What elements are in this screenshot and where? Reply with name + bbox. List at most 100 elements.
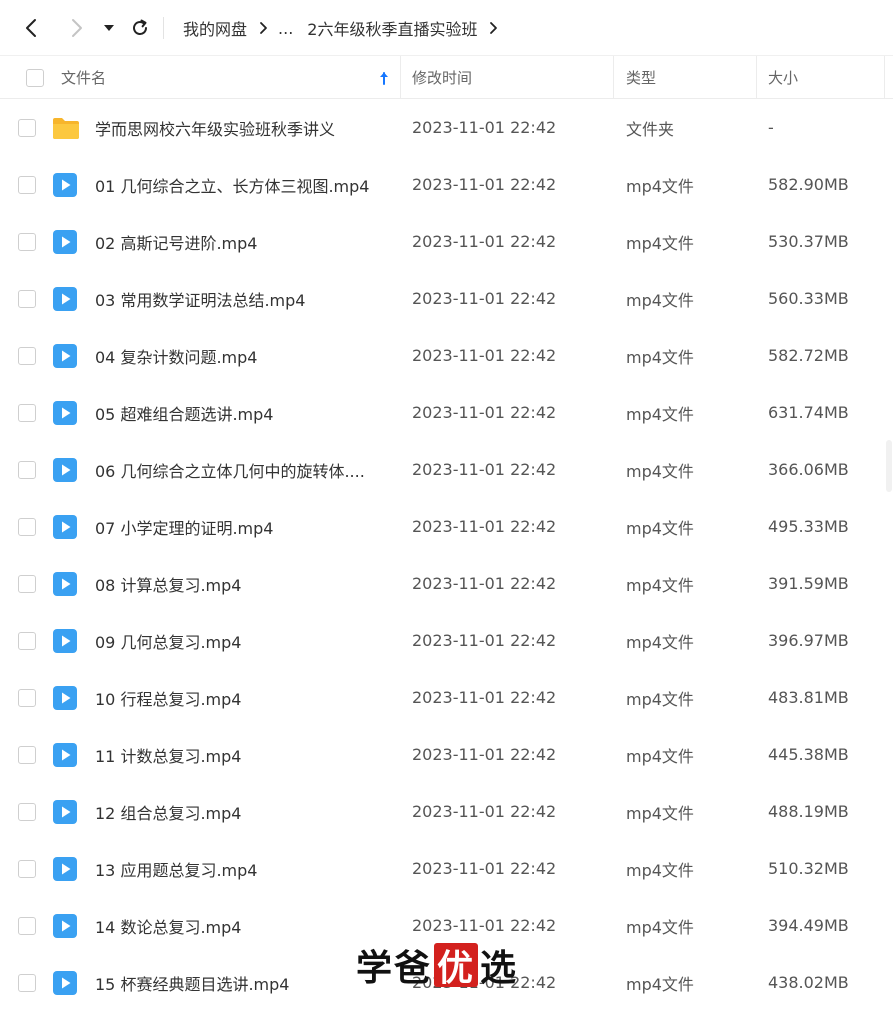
breadcrumb-item-root[interactable]: 我的网盘 bbox=[183, 16, 247, 40]
file-name[interactable]: 08 计算总复习.mp4 bbox=[95, 555, 241, 612]
row-checkbox[interactable] bbox=[18, 175, 36, 194]
file-row[interactable]: 06 几何综合之立体几何中的旋转体.... 2023-11-01 22:42 mp4… bbox=[0, 441, 893, 498]
file-name[interactable]: 05 超难组合题选讲.mp4 bbox=[95, 384, 273, 441]
file-row[interactable]: 12 组合总复习.mp4 2023-11-01 22:42 mp4文件 488.19M… bbox=[0, 783, 893, 840]
row-checkbox[interactable] bbox=[18, 460, 36, 479]
video-file-icon bbox=[52, 726, 78, 783]
row-checkbox[interactable] bbox=[18, 802, 36, 821]
file-type: mp4文件 bbox=[626, 860, 694, 880]
file-row[interactable]: 学而思网校六年级实验班秋季讲义 2023-11-01 22:42 文件夹 - bbox=[0, 99, 893, 156]
file-name[interactable]: 学而思网校六年级实验班秋季讲义 bbox=[95, 99, 335, 156]
file-type: mp4文件 bbox=[626, 347, 694, 367]
file-type: mp4文件 bbox=[626, 632, 694, 652]
file-size: 488.19MB bbox=[768, 802, 849, 821]
breadcrumb-item-current[interactable]: 2六年级秋季直播实验班 bbox=[307, 16, 477, 40]
file-type: mp4文件 bbox=[626, 689, 694, 709]
file-row[interactable]: 04 复杂计数问题.mp4 2023-11-01 22:42 mp4文件 582.72… bbox=[0, 327, 893, 384]
file-row[interactable]: 13 应用题总复习.mp4 2023-11-01 22:42 mp4文件 510.32… bbox=[0, 840, 893, 897]
file-name[interactable]: 10 行程总复习.mp4 bbox=[95, 669, 241, 726]
video-file-icon bbox=[52, 783, 78, 840]
file-name[interactable]: 07 小学定理的证明.mp4 bbox=[95, 498, 273, 555]
row-checkbox-cell bbox=[18, 384, 36, 441]
row-checkbox[interactable] bbox=[18, 232, 36, 251]
file-name[interactable]: 06 几何综合之立体几何中的旋转体.... bbox=[95, 441, 365, 498]
file-row[interactable]: 09 几何总复习.mp4 2023-11-01 22:42 mp4文件 396.97M… bbox=[0, 612, 893, 669]
back-button[interactable] bbox=[18, 14, 46, 42]
file-row[interactable]: 02 高斯记号进阶.mp4 2023-11-01 22:42 mp4文件 530.37… bbox=[0, 213, 893, 270]
column-divider[interactable] bbox=[756, 56, 757, 99]
row-checkbox[interactable] bbox=[18, 688, 36, 707]
row-checkbox[interactable] bbox=[18, 403, 36, 422]
sort-ascending-icon[interactable] bbox=[378, 56, 390, 99]
column-header-name[interactable]: 文件名 bbox=[61, 56, 106, 99]
file-modified-time: 2023-11-01 22:42 bbox=[412, 517, 557, 536]
file-modified-time: 2023-11-01 22:42 bbox=[412, 232, 557, 251]
row-checkbox[interactable] bbox=[18, 346, 36, 365]
file-type: mp4文件 bbox=[626, 233, 694, 253]
file-type: mp4文件 bbox=[626, 290, 694, 310]
row-checkbox[interactable] bbox=[18, 517, 36, 536]
row-checkbox-cell bbox=[18, 840, 36, 897]
select-all-checkbox[interactable] bbox=[26, 68, 44, 87]
file-type: mp4文件 bbox=[626, 974, 694, 994]
file-name[interactable]: 02 高斯记号进阶.mp4 bbox=[95, 213, 257, 270]
row-checkbox-cell bbox=[18, 669, 36, 726]
file-name[interactable]: 03 常用数学证明法总结.mp4 bbox=[95, 270, 305, 327]
column-header-type[interactable]: 类型 bbox=[626, 56, 656, 99]
column-header-time[interactable]: 修改时间 bbox=[412, 56, 472, 99]
row-checkbox[interactable] bbox=[18, 973, 36, 992]
file-name[interactable]: 13 应用题总复习.mp4 bbox=[95, 840, 257, 897]
video-file-icon bbox=[52, 441, 78, 498]
history-dropdown-button[interactable] bbox=[98, 14, 120, 42]
video-file-icon bbox=[52, 840, 78, 897]
file-row[interactable]: 01 几何综合之立、长方体三视图.mp4 2023-11-01 22:42 mp4文… bbox=[0, 156, 893, 213]
refresh-button[interactable] bbox=[126, 14, 154, 42]
column-header-size[interactable]: 大小 bbox=[768, 56, 798, 99]
file-row[interactable]: 07 小学定理的证明.mp4 2023-11-01 22:42 mp4文件 495.3… bbox=[0, 498, 893, 555]
file-size: 631.74MB bbox=[768, 403, 849, 422]
row-checkbox[interactable] bbox=[18, 289, 36, 308]
row-checkbox-cell bbox=[18, 213, 36, 270]
video-file-icon bbox=[52, 954, 78, 1011]
file-name[interactable]: 15 杯赛经典题目选讲.mp4 bbox=[95, 954, 289, 1011]
file-size: 530.37MB bbox=[768, 232, 849, 251]
file-modified-time: 2023-11-01 22:42 bbox=[412, 289, 557, 308]
row-checkbox[interactable] bbox=[18, 859, 36, 878]
file-name[interactable]: 11 计数总复习.mp4 bbox=[95, 726, 241, 783]
row-checkbox[interactable] bbox=[18, 916, 36, 935]
scrollbar-thumb[interactable] bbox=[886, 440, 892, 492]
row-checkbox-cell bbox=[18, 897, 36, 954]
file-row[interactable]: 08 计算总复习.mp4 2023-11-01 22:42 mp4文件 391.59M… bbox=[0, 555, 893, 612]
column-divider[interactable] bbox=[400, 56, 401, 99]
file-row[interactable]: 11 计数总复习.mp4 2023-11-01 22:42 mp4文件 445.38M… bbox=[0, 726, 893, 783]
file-name[interactable]: 01 几何综合之立、长方体三视图.mp4 bbox=[95, 156, 369, 213]
file-size: - bbox=[768, 118, 774, 137]
column-divider[interactable] bbox=[613, 56, 614, 99]
caret-down-icon bbox=[104, 25, 114, 31]
row-checkbox[interactable] bbox=[18, 745, 36, 764]
file-size: 483.81MB bbox=[768, 688, 849, 707]
navigation-bar: 我的网盘 ... 2六年级秋季直播实验班 bbox=[0, 0, 893, 56]
row-checkbox[interactable] bbox=[18, 118, 36, 137]
file-row[interactable]: 10 行程总复习.mp4 2023-11-01 22:42 mp4文件 483.81M… bbox=[0, 669, 893, 726]
file-name[interactable]: 12 组合总复习.mp4 bbox=[95, 783, 241, 840]
file-name[interactable]: 04 复杂计数问题.mp4 bbox=[95, 327, 257, 384]
file-name[interactable]: 14 数论总复习.mp4 bbox=[95, 897, 241, 954]
file-modified-time: 2023-11-01 22:42 bbox=[412, 859, 557, 878]
breadcrumb-item-collapsed[interactable]: ... bbox=[278, 19, 293, 38]
row-checkbox[interactable] bbox=[18, 574, 36, 593]
file-row[interactable]: 03 常用数学证明法总结.mp4 2023-11-01 22:42 mp4文件 560… bbox=[0, 270, 893, 327]
column-divider[interactable] bbox=[884, 56, 885, 99]
row-checkbox[interactable] bbox=[18, 631, 36, 650]
video-file-icon bbox=[52, 384, 78, 441]
video-file-icon bbox=[52, 213, 78, 270]
file-size: 445.38MB bbox=[768, 745, 849, 764]
row-checkbox-cell bbox=[18, 498, 36, 555]
file-modified-time: 2023-11-01 22:42 bbox=[412, 175, 557, 194]
forward-button[interactable] bbox=[62, 14, 90, 42]
video-file-icon bbox=[52, 327, 78, 384]
breadcrumb: 我的网盘 ... 2六年级秋季直播实验班 bbox=[183, 0, 508, 56]
file-name[interactable]: 09 几何总复习.mp4 bbox=[95, 612, 241, 669]
file-row[interactable]: 05 超难组合题选讲.mp4 2023-11-01 22:42 mp4文件 631.7… bbox=[0, 384, 893, 441]
file-size: 391.59MB bbox=[768, 574, 849, 593]
